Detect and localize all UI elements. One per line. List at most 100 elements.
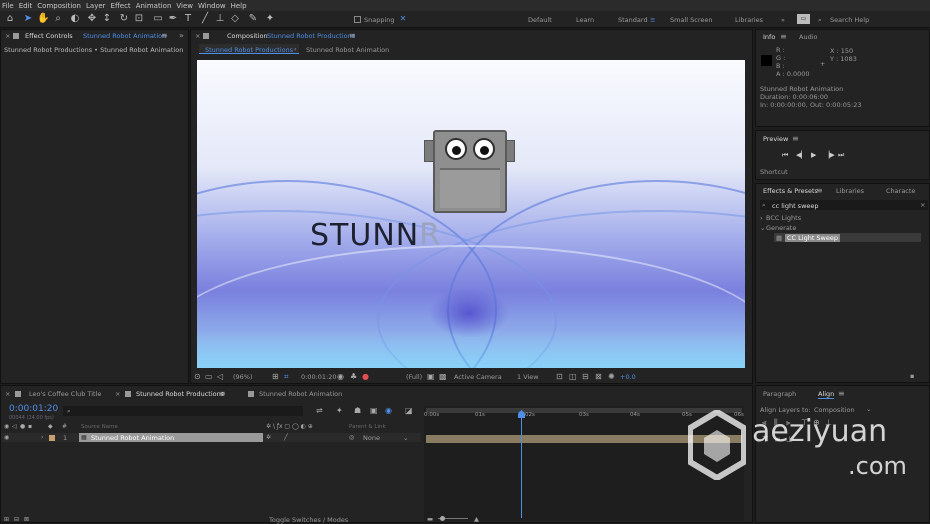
- column-parent-link[interactable]: Parent & Link: [349, 424, 386, 430]
- grid-icon[interactable]: ⌗: [284, 372, 289, 381]
- close-icon[interactable]: ×: [5, 32, 10, 40]
- audio-switch-icon[interactable]: ◁: [12, 422, 17, 431]
- workspace-toggle-icon[interactable]: ▭: [797, 14, 810, 24]
- last-frame-icon[interactable]: ⏭: [838, 151, 844, 160]
- zoom-tool-icon[interactable]: ⌕: [52, 13, 64, 25]
- type-tool-icon[interactable]: T: [182, 13, 194, 25]
- composition-viewer[interactable]: STUNNR: [197, 60, 745, 368]
- tab-libraries[interactable]: Libraries: [836, 187, 864, 195]
- chevron-down-icon[interactable]: ⌄: [866, 405, 871, 413]
- tab-effect-controls-target[interactable]: Stunned Robot Animation: [83, 32, 166, 40]
- prev-frame-icon[interactable]: ◀▏: [796, 151, 807, 159]
- current-time-readout[interactable]: 0:00:01:20: [301, 373, 337, 381]
- dolly-tool-icon[interactable]: ↕: [101, 13, 113, 25]
- expand-arrow-icon[interactable]: ⌄: [760, 224, 765, 232]
- menu-help[interactable]: Help: [231, 2, 247, 10]
- menu-animation[interactable]: Animation: [136, 2, 172, 10]
- views-dropdown[interactable]: 1 View: [517, 373, 539, 381]
- timeline-tab-leos[interactable]: Leo's Coffee Club Title: [29, 390, 101, 398]
- panel-menu-icon[interactable]: ≡: [349, 31, 356, 40]
- rotate-tool-icon[interactable]: ↻: [118, 13, 130, 25]
- menu-effect[interactable]: Effect: [111, 2, 131, 10]
- zoom-slider-handle[interactable]: [440, 516, 445, 521]
- tab-effects-presets[interactable]: Effects & Presets: [763, 187, 818, 195]
- comp-mini-flowchart-icon[interactable]: ⇌: [316, 406, 323, 415]
- zoom-in-icon[interactable]: ▲: [474, 515, 479, 523]
- clone-tool-icon[interactable]: ⊥: [214, 13, 226, 25]
- menu-file[interactable]: File: [2, 2, 14, 10]
- flowchart-icon[interactable]: ⊠: [595, 372, 602, 381]
- workspace-small-screen[interactable]: Small Screen: [670, 16, 712, 24]
- pickwhip-icon[interactable]: ◎: [349, 433, 354, 442]
- clear-search-icon[interactable]: ×: [920, 201, 925, 209]
- lock-icon[interactable]: [203, 33, 209, 39]
- graph-editor-icon[interactable]: ◪: [405, 406, 413, 415]
- brush-tool-icon[interactable]: ╱: [199, 13, 211, 25]
- snap-options-icon[interactable]: ✕: [397, 13, 409, 25]
- zoom-out-icon[interactable]: ▬: [427, 515, 433, 523]
- panel-overflow-icon[interactable]: »: [179, 31, 184, 40]
- layer-name[interactable]: Stunned Robot Animation: [91, 434, 174, 442]
- frame-blending-icon[interactable]: ▣: [370, 406, 378, 415]
- monitor-icon[interactable]: ▭: [205, 372, 213, 381]
- tab-preview[interactable]: Preview: [763, 135, 788, 143]
- snapping-checkbox[interactable]: [354, 16, 361, 23]
- shy-layers-icon[interactable]: ☗: [354, 406, 361, 415]
- eraser-tool-icon[interactable]: ◇: [229, 13, 241, 25]
- label-tag-icon[interactable]: ◆: [48, 422, 53, 431]
- puppet-tool-icon[interactable]: ✦: [264, 13, 276, 25]
- effect-cc-light-sweep[interactable]: CC Light Sweep: [785, 234, 840, 242]
- tab-audio[interactable]: Audio: [799, 33, 817, 41]
- chevron-down-icon[interactable]: ⌄: [403, 434, 408, 442]
- snapshot-icon[interactable]: ◉: [337, 372, 344, 381]
- current-time-indicator[interactable]: [521, 410, 522, 518]
- solo-switch-icon[interactable]: ●: [20, 422, 25, 431]
- sound-icon[interactable]: ◁: [217, 372, 223, 381]
- workspace-standard[interactable]: Standard: [618, 16, 648, 24]
- timeline-icon[interactable]: ⊟: [582, 372, 589, 381]
- first-frame-icon[interactable]: ⏮: [782, 151, 788, 160]
- draft-3d-icon[interactable]: ✦: [336, 406, 343, 415]
- workspace-libraries[interactable]: Libraries: [735, 16, 763, 24]
- panel-menu-icon[interactable]: ≡: [816, 186, 823, 195]
- fast-preview-icon[interactable]: ◫: [569, 372, 577, 381]
- next-frame-icon[interactable]: ▕▶: [824, 151, 835, 159]
- more-workspaces-icon[interactable]: »: [781, 16, 785, 24]
- orbit-tool-icon[interactable]: ◐: [69, 13, 81, 25]
- timeline-tab-animation[interactable]: Stunned Robot Animation: [259, 390, 342, 398]
- selection-tool-icon[interactable]: ➤: [22, 13, 34, 25]
- tab-align[interactable]: Align: [818, 390, 835, 399]
- rectangle-tool-icon[interactable]: ▭: [152, 13, 164, 25]
- search-help-field[interactable]: Search Help: [830, 16, 869, 24]
- lock-icon[interactable]: [13, 33, 19, 39]
- close-icon[interactable]: ×: [5, 390, 10, 398]
- tab-character[interactable]: Characte: [886, 187, 915, 195]
- layer-row[interactable]: ◉ › 1 ▦ Stunned Robot Animation ✲ ╱ ◎ No…: [1, 433, 421, 442]
- show-snapshot-icon[interactable]: ♣: [350, 372, 357, 381]
- align-to-dropdown[interactable]: Composition: [814, 406, 855, 414]
- close-icon[interactable]: ×: [115, 390, 120, 398]
- parent-dropdown[interactable]: None: [363, 434, 380, 442]
- video-switch-icon[interactable]: ◉: [4, 422, 9, 431]
- transparency-grid-icon[interactable]: ▩: [439, 372, 447, 381]
- new-folder-icon[interactable]: ▪: [910, 372, 914, 380]
- toggle-pixel-icon[interactable]: ⊡: [556, 372, 563, 381]
- close-icon[interactable]: ×: [195, 32, 200, 40]
- tab-info[interactable]: Info: [763, 33, 775, 41]
- category-generate[interactable]: Generate: [766, 224, 796, 232]
- menu-window[interactable]: Window: [198, 2, 226, 10]
- timeline-search-box[interactable]: [63, 406, 303, 416]
- quality-switch-icon[interactable]: ╱: [284, 433, 288, 442]
- resolution-dropdown[interactable]: (Full): [406, 373, 422, 381]
- effects-search-input[interactable]: cc light sweep: [772, 202, 819, 210]
- label-color-swatch[interactable]: [49, 435, 55, 441]
- pan-tool-icon[interactable]: ✥: [86, 13, 98, 25]
- panel-menu-icon[interactable]: ≡: [838, 389, 845, 398]
- expand-arrow-icon[interactable]: ›: [41, 433, 43, 442]
- category-bcc-lights[interactable]: BCC Lights: [766, 214, 801, 222]
- anchor-tool-icon[interactable]: ⊡: [133, 13, 145, 25]
- tab-composition-target[interactable]: Stunned Robot Productions: [267, 32, 355, 40]
- exposure-value[interactable]: +0.0: [620, 373, 636, 381]
- tab-effect-controls[interactable]: Effect Controls: [25, 32, 73, 40]
- panel-menu-icon[interactable]: ≡: [219, 389, 226, 398]
